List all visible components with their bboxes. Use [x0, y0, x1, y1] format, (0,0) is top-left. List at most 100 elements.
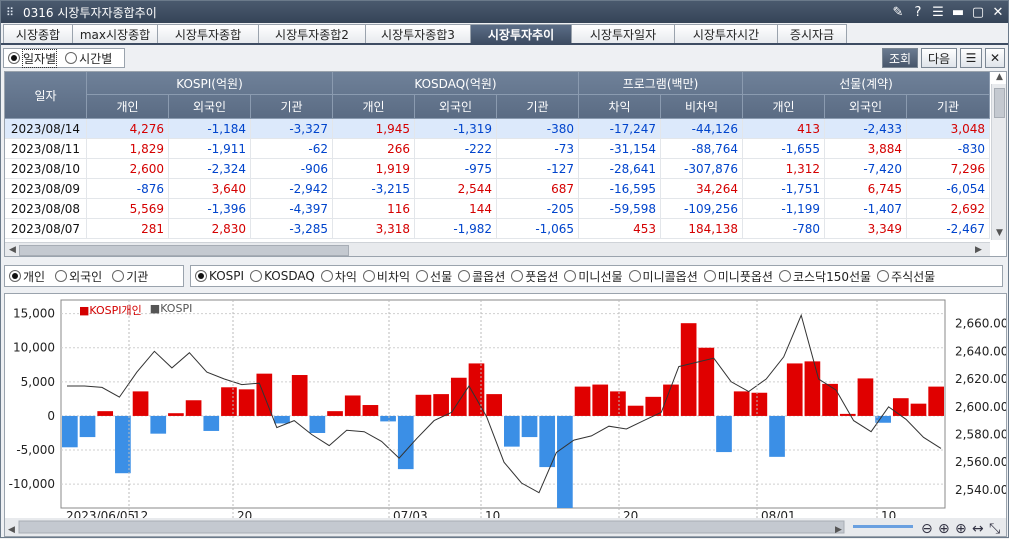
options-market-radio-3[interactable]: 비차익: [362, 268, 411, 285]
row-value: 4,276: [87, 119, 169, 139]
right-tick-label: 2,620.00: [955, 372, 1006, 386]
zoom-tool-icon: ⊖: [921, 521, 933, 536]
tab-strip: 시장종합 max시장종합 시장투자종합 시장투자종합2 시장투자종합3 시장투자추이 시장투…: [3, 24, 847, 44]
radio-label: 코스닥150선물: [792, 269, 872, 284]
row-value: -2,942: [251, 179, 333, 199]
radio-daily[interactable]: 일자별: [8, 48, 58, 68]
radio-dot[interactable]: [9, 270, 21, 282]
radio-label: 비차익: [376, 269, 411, 284]
options-market-radio-6[interactable]: 풋옵션: [511, 268, 558, 285]
tab-3[interactable]: 시장투자종합2: [258, 24, 366, 44]
maximize-icon[interactable]: ▢: [968, 2, 988, 22]
header-date: 일자: [5, 72, 87, 119]
hscroll-thumb[interactable]: [19, 245, 349, 256]
radio-dot[interactable]: [250, 270, 263, 282]
table-row[interactable]: 2023/08/11 1,829 -1,911 -62 266 -222 -73 -31,15…: [5, 139, 990, 159]
tab-8[interactable]: 증시자금: [777, 24, 847, 44]
legend-kospi-individual: ■KOSPI개인: [79, 304, 142, 317]
options-market-radio-10[interactable]: 코스닥150선물: [778, 268, 872, 285]
row-value: 3,884: [825, 139, 907, 159]
options-investor-radio-2[interactable]: 기관: [112, 268, 148, 285]
minimize-icon[interactable]: ▬: [948, 2, 968, 22]
row-value: 281: [87, 219, 169, 239]
row-value: -3,215: [333, 179, 415, 199]
options-market-radio-11[interactable]: 주식선물: [877, 268, 935, 285]
radio-label: 미니콜옵션: [642, 269, 698, 284]
radio-dot[interactable]: [320, 270, 333, 282]
options-investor-radio-1[interactable]: 외국인: [55, 268, 102, 285]
radio-dot[interactable]: [511, 270, 524, 282]
radio-dot[interactable]: [778, 270, 791, 282]
header-sub-2: 기관: [251, 95, 333, 119]
radio-dot[interactable]: [362, 270, 375, 282]
vscroll-thumb[interactable]: [994, 88, 1005, 118]
radio-dot[interactable]: [195, 270, 207, 282]
grid-vertical-scrollbar[interactable]: ▲ ▼: [991, 72, 1006, 240]
radio-daily-dot[interactable]: [8, 52, 20, 64]
options-investor-radio-0[interactable]: 개인: [9, 268, 45, 285]
close-icon[interactable]: ✕: [988, 2, 1008, 22]
radio-dot[interactable]: [628, 270, 641, 282]
options-market-radio-5[interactable]: 콜옵션: [458, 268, 505, 285]
scroll-right-icon[interactable]: ▶: [975, 245, 982, 255]
scroll-right-icon: ▶: [835, 525, 842, 535]
radio-time[interactable]: 시간별: [65, 50, 112, 67]
table-row[interactable]: 2023/08/10 2,600 -2,324 -906 1,919 -975 -127 -2…: [5, 159, 990, 179]
row-value: 453: [579, 219, 661, 239]
options-market-radio-4[interactable]: 선물: [416, 268, 452, 285]
close-panel-icon[interactable]: ✕: [985, 48, 1005, 68]
help-icon[interactable]: ?: [908, 2, 928, 22]
table-row[interactable]: 2023/08/07 281 2,830 -3,285 3,318 -1,982 -1,06…: [5, 219, 990, 239]
scroll-left-icon: ◀: [8, 525, 15, 535]
row-value: 7,296: [907, 159, 990, 179]
options-market-radio-7[interactable]: 미니선물: [564, 268, 623, 285]
menu-icon[interactable]: ☰: [928, 2, 948, 22]
radio-dot[interactable]: [416, 270, 429, 282]
radio-dot[interactable]: [55, 270, 68, 282]
header-sub-6: 차익: [579, 95, 661, 119]
tab-0[interactable]: 시장종합: [3, 24, 73, 44]
row-value: -1,065: [497, 219, 579, 239]
tab-7[interactable]: 시장투자시간: [674, 24, 778, 44]
pin-icon[interactable]: ✎: [888, 2, 908, 22]
list-icon[interactable]: ☰: [960, 48, 982, 68]
radio-dot[interactable]: [112, 270, 125, 282]
tab-2[interactable]: 시장투자종합: [157, 24, 259, 44]
scroll-up-icon[interactable]: ▲: [996, 72, 1003, 82]
options-market-radio-0[interactable]: KOSPI: [195, 269, 244, 283]
options-market-radio-1[interactable]: KOSDAQ: [250, 269, 315, 283]
tab-6[interactable]: 시장투자일자: [571, 24, 675, 44]
radio-dot[interactable]: [703, 270, 716, 282]
scroll-down-icon[interactable]: ▼: [996, 228, 1003, 238]
table-row[interactable]: 2023/08/08 5,569 -1,396 -4,397 116 144 -205 -59…: [5, 199, 990, 219]
next-button[interactable]: 다음: [921, 48, 957, 68]
row-value: -62: [251, 139, 333, 159]
bar: [221, 387, 237, 416]
investor-radio-group: 개인 외국인 기관: [4, 265, 184, 287]
radio-dot[interactable]: [458, 270, 471, 282]
table-row[interactable]: 2023/08/09 -876 3,640 -2,942 -3,215 2,544 687-…: [5, 179, 990, 199]
radio-label: KOSDAQ: [264, 269, 315, 283]
radio-dot[interactable]: [877, 270, 890, 282]
tab-4[interactable]: 시장투자종합3: [365, 24, 471, 44]
header-sub-9: 외국인: [825, 95, 907, 119]
options-market-radio-2[interactable]: 차익: [320, 268, 357, 285]
bar: [910, 403, 927, 416]
right-tick-label: 2,560.00: [955, 455, 1006, 469]
tab-5[interactable]: 시장투자추이: [470, 24, 572, 44]
tab-1[interactable]: max시장종합: [72, 24, 158, 44]
table-row[interactable]: 2023/08/14 4,276 -1,184 -3,327 1,945 -1,319 -3…: [5, 119, 990, 139]
options-market-radio-9[interactable]: 미니풋옵션: [703, 268, 773, 285]
bar: [397, 415, 414, 470]
header-group-2: 프로그램(백만): [579, 72, 743, 95]
bar: [291, 375, 308, 416]
window: ⠿ 0316 시장투자자종합추이 ✎ ? ☰ ▬ ▢ ✕ 시장종합 max시장종합…: [0, 0, 1009, 538]
query-button[interactable]: 조회: [882, 48, 918, 68]
radio-label: 콜옵션: [472, 269, 506, 284]
bar: [751, 392, 768, 416]
grid-horizontal-scrollbar[interactable]: ◀ ▶: [5, 242, 990, 256]
radio-time-dot[interactable]: [65, 52, 78, 64]
options-market-radio-8[interactable]: 미니콜옵션: [628, 268, 698, 285]
radio-dot[interactable]: [564, 270, 577, 282]
scroll-left-icon[interactable]: ◀: [9, 245, 16, 255]
